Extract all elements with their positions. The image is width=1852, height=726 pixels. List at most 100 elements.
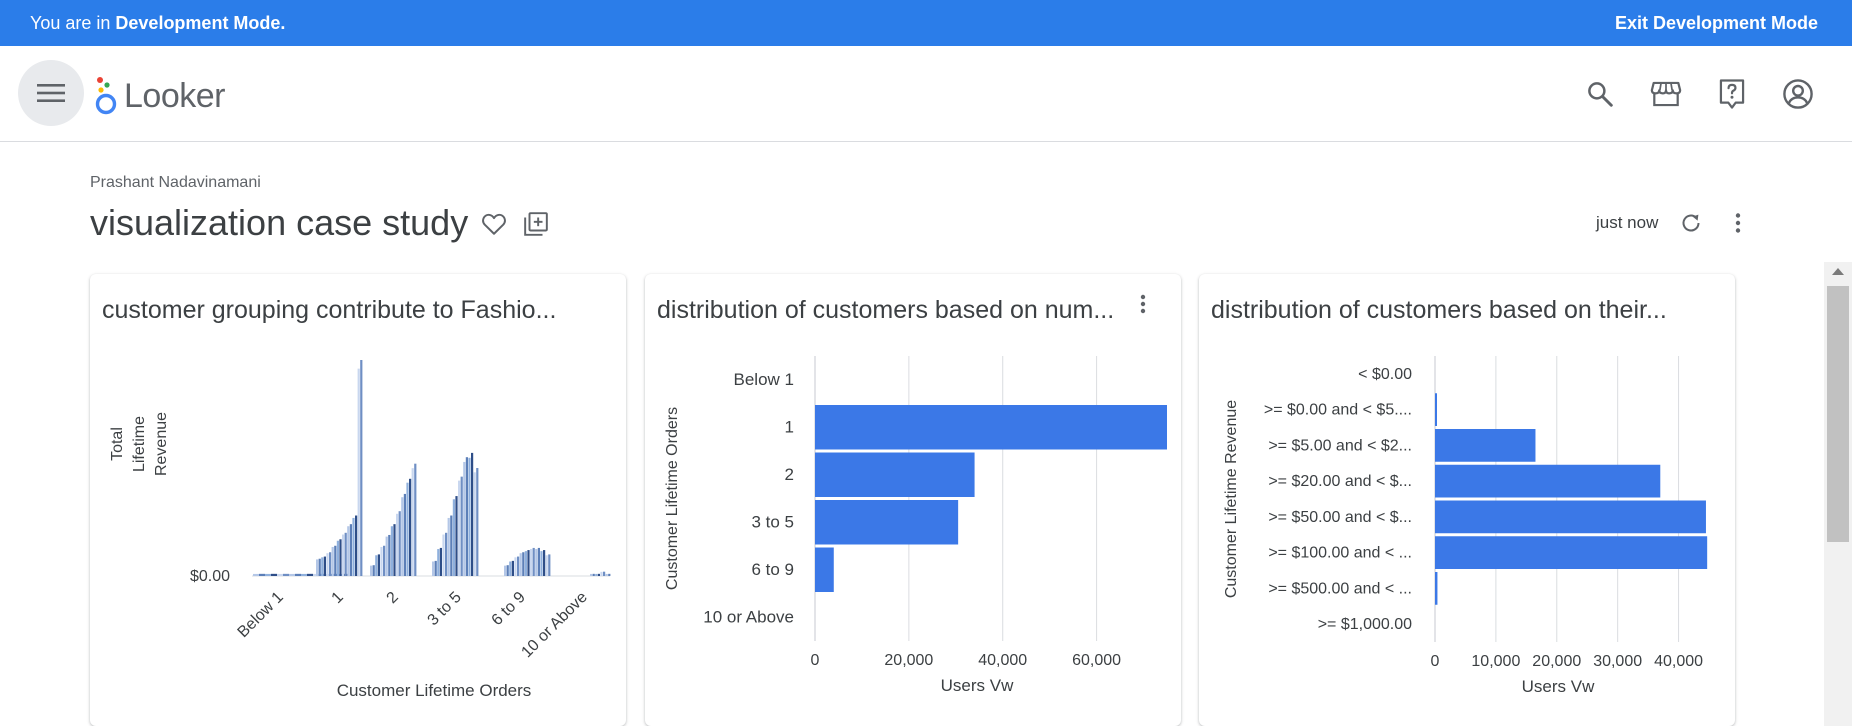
histogram-bar	[447, 517, 450, 576]
histogram-bar	[540, 551, 543, 576]
bar	[1435, 572, 1438, 605]
marketplace-button[interactable]	[1648, 76, 1684, 112]
y-axis-label: Total	[109, 427, 126, 461]
y-tick-label: $0.00	[190, 568, 230, 585]
y-category-label: >= $50.00 and < $...	[1268, 509, 1412, 526]
histogram-bar	[535, 549, 538, 576]
histogram-bar	[289, 573, 295, 576]
histogram-bar	[344, 532, 347, 576]
favorite-button[interactable]	[480, 210, 508, 238]
histogram-bar	[271, 573, 277, 576]
histogram-bar	[318, 558, 321, 576]
help-button[interactable]	[1714, 76, 1750, 112]
x-tick-label: 10,000	[1471, 653, 1520, 670]
histogram-bar	[383, 545, 386, 576]
bar	[815, 547, 834, 592]
scrollbar-thumb[interactable]	[1827, 286, 1849, 542]
histogram-bar	[283, 573, 289, 576]
y-axis-label: Lifetime	[131, 416, 148, 472]
x-tick-label: 20,000	[1532, 653, 1581, 670]
histogram-bar	[406, 482, 409, 576]
histogram-bar	[434, 560, 437, 576]
refresh-icon	[1682, 214, 1700, 232]
account-button[interactable]	[1780, 76, 1816, 112]
x-tick-label: 6 to 9	[489, 589, 529, 629]
histogram-bar	[265, 573, 271, 576]
histogram-bar	[370, 565, 373, 576]
bar-chart-revenue: 0 10,000 20,000 30,000 40,000 < $0.00 >= $0.00…	[1223, 356, 1708, 696]
bar	[1435, 393, 1437, 426]
histogram-bar	[522, 552, 525, 576]
histogram-bar	[527, 550, 530, 576]
histogram-bar	[380, 546, 383, 576]
histogram-bar	[334, 545, 337, 576]
y-category-label: 1	[785, 417, 794, 436]
histogram-bar	[514, 557, 517, 576]
tile-customers-by-revenue[interactable]: distribution of customers based on their…	[1199, 274, 1735, 726]
histogram-bar	[452, 499, 455, 576]
histogram-bar	[323, 556, 326, 576]
x-tick-label: 60,000	[1072, 652, 1121, 669]
histogram-bar	[590, 573, 593, 576]
histogram-bar	[342, 534, 345, 576]
reload-button[interactable]	[1677, 209, 1705, 237]
main-menu-button[interactable]	[18, 60, 84, 126]
histogram-bar	[597, 573, 600, 576]
y-category-label: 3 to 5	[751, 512, 794, 531]
histogram-bar	[277, 573, 283, 576]
tile-customers-by-orders[interactable]: distribution of customers based on num..…	[645, 274, 1181, 726]
search-button[interactable]	[1582, 76, 1618, 112]
histogram-bar	[355, 515, 358, 576]
y-category-label: < $0.00	[1358, 366, 1412, 383]
exit-development-mode-link[interactable]: Exit Development Mode	[1615, 13, 1818, 34]
x-tick-label: 20,000	[884, 652, 933, 669]
histogram-bar	[592, 573, 595, 576]
search-icon	[1588, 82, 1613, 107]
bar	[1435, 536, 1708, 569]
histogram-bar	[530, 549, 533, 576]
scroll-up-arrow-icon[interactable]	[1832, 268, 1844, 275]
account-icon	[1783, 79, 1813, 109]
page-scrollbar[interactable]	[1824, 262, 1852, 726]
histogram-bar	[532, 547, 535, 576]
heart-icon	[482, 213, 506, 235]
histogram-bar	[409, 478, 412, 576]
x-tick-label: 40,000	[1654, 653, 1703, 670]
bar	[815, 500, 959, 545]
histogram-bar	[437, 549, 440, 576]
y-category-label: >= $0.00 and < $5....	[1264, 402, 1412, 419]
histogram-bar	[442, 534, 445, 576]
y-axis-label: Customer Lifetime Revenue	[1223, 400, 1240, 598]
x-axis-label: Users Vw	[1522, 677, 1595, 696]
add-to-board-button[interactable]	[522, 210, 550, 238]
histogram-bar	[339, 539, 342, 576]
histogram-bar	[307, 573, 313, 576]
histogram-bar	[253, 573, 259, 576]
x-tick-label: Below 1	[235, 589, 287, 641]
histogram-bar	[473, 472, 476, 576]
histogram-bar	[595, 573, 598, 576]
bar-chart-orders: 0 20,000 40,000 60,000 Below 1 1 2 3 to 5 6 to 9…	[664, 356, 1167, 695]
histogram-bar	[548, 554, 551, 576]
bar	[1435, 464, 1661, 498]
histogram-bar	[398, 511, 401, 576]
histogram-bar	[455, 496, 458, 576]
y-axis-label: Customer Lifetime Orders	[664, 407, 681, 590]
histogram-bar	[301, 573, 307, 576]
histogram-bar	[401, 497, 404, 576]
histogram-bar	[357, 368, 360, 576]
bar	[1435, 500, 1706, 534]
dashboard-actions-button[interactable]	[1724, 209, 1752, 237]
looker-logo[interactable]: Looker	[94, 76, 225, 116]
histogram-bar	[393, 524, 396, 576]
tile-customer-grouping-revenue[interactable]: customer grouping contribute to Fashio..…	[90, 274, 626, 726]
help-icon	[1719, 79, 1745, 109]
histogram-bar	[329, 552, 332, 576]
histogram-bar	[468, 457, 471, 576]
x-axis-label: Users Vw	[941, 676, 1014, 695]
top-navigation-bar: Looker	[0, 46, 1852, 142]
y-category-label: >= $1,000.00	[1318, 616, 1412, 633]
y-category-label: Below 1	[734, 370, 794, 389]
x-tick-label: 1	[329, 589, 347, 607]
histogram-bar	[543, 550, 546, 576]
